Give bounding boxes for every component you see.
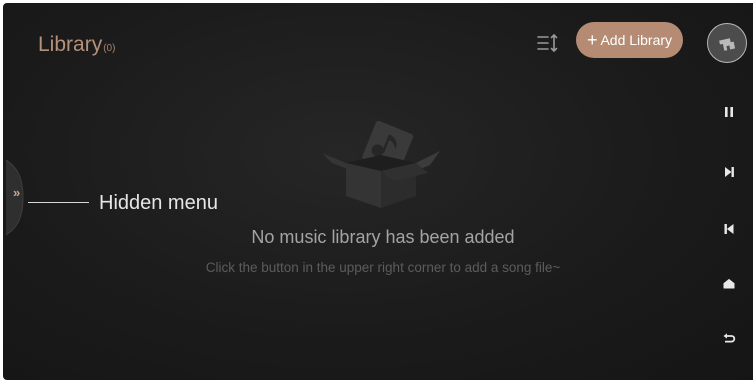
page-title: Library(0): [38, 33, 115, 61]
empty-box-music-icon: [316, 118, 446, 210]
pause-button[interactable]: [721, 104, 737, 120]
sort-list-icon: [537, 33, 558, 53]
add-library-button[interactable]: + Add Library: [576, 22, 683, 58]
back-button[interactable]: [721, 331, 737, 347]
hidden-menu-annotation: Hidden menu: [99, 192, 218, 214]
profile-icon: [719, 38, 736, 51]
next-track-button[interactable]: [721, 164, 737, 180]
page-title-text: Library: [38, 33, 103, 56]
home-button[interactable]: [721, 275, 737, 291]
plus-icon: +: [586, 30, 598, 50]
library-screen: Library(0) + Add Library » Hidden menu N…: [3, 3, 753, 380]
home-icon: [723, 279, 735, 289]
pause-icon: [725, 107, 733, 117]
hidden-menu-handle[interactable]: »: [6, 160, 26, 235]
next-track-icon: [725, 167, 734, 177]
annotation-pointer-line: [28, 202, 89, 203]
avatar[interactable]: [707, 23, 747, 63]
sort-button[interactable]: [536, 32, 560, 54]
empty-state-title: No music library has been added: [251, 227, 515, 247]
add-library-label: Add Library: [600, 32, 673, 48]
back-icon: [723, 333, 736, 343]
library-count: (0): [103, 43, 116, 54]
empty-state-subtitle: Click the button in the upper right corn…: [205, 260, 561, 275]
double-chevron-right-icon: »: [13, 185, 21, 200]
